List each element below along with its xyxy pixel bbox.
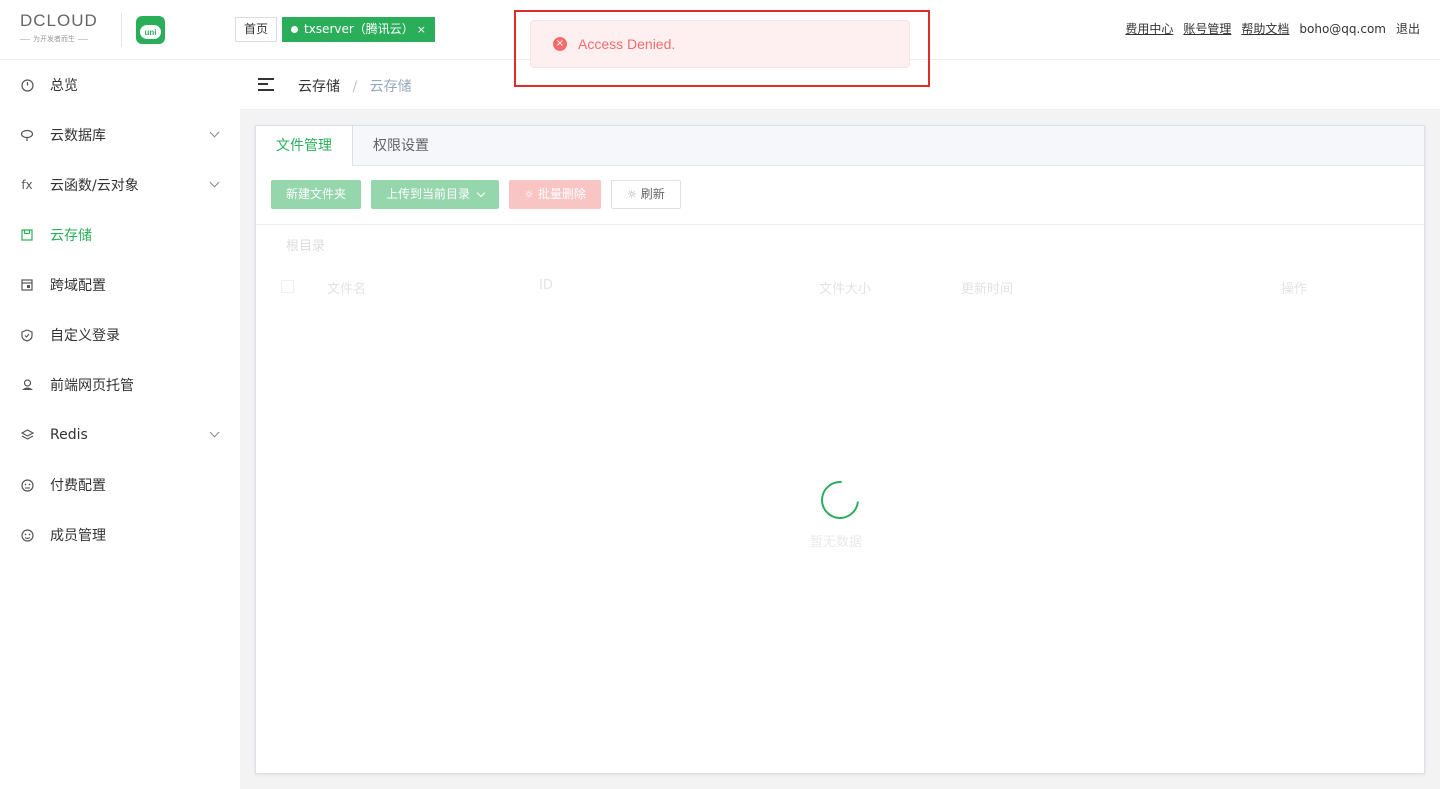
storage-icon [20, 228, 34, 242]
sidebar: 总览 云数据库 fx 云函数/云对象 云存储 跨域配置 自定义登录 前端网页托管 [0, 60, 240, 789]
chevron-down-icon [476, 188, 486, 197]
column-id: ID [539, 278, 553, 293]
column-actions: 操作 [1281, 282, 1308, 297]
help-link[interactable]: 帮助文档 [1241, 20, 1289, 38]
payment-icon [20, 478, 34, 492]
dashboard-icon [20, 78, 34, 92]
panel-tabs: 文件管理 权限设置 [256, 126, 1424, 166]
billing-link[interactable]: 费用中心 [1125, 20, 1173, 38]
loading-spinner-icon [813, 473, 867, 527]
breadcrumb: 云存储 / 云存储 [298, 76, 412, 96]
sidebar-item-cors[interactable]: 跨域配置 [0, 260, 240, 310]
hosting-icon [20, 378, 34, 392]
dcloud-logo[interactable]: DCLOUD 为开发者而生 [20, 12, 110, 48]
account-link[interactable]: 账号管理 [1183, 20, 1231, 38]
function-icon: fx [21, 178, 33, 192]
sidebar-item-database[interactable]: 云数据库 [0, 110, 240, 160]
column-name: 文件名 [327, 282, 367, 297]
tab-home[interactable]: 首页 [235, 17, 277, 42]
table-header: 文件名 ID 文件大小 更新时间 操作 [256, 274, 1424, 298]
database-icon [20, 128, 34, 142]
logo-text: DCLOUD [20, 11, 98, 30]
batch-delete-button[interactable]: ☼ 批量删除 [509, 180, 601, 209]
chevron-down-icon [209, 427, 220, 438]
tab-txserver-label: txserver（腾讯云） [304, 22, 414, 36]
tab-file-management[interactable]: 文件管理 [256, 126, 353, 166]
toast-message: Access Denied. [578, 36, 676, 52]
chevron-down-icon [209, 127, 220, 138]
user-email[interactable]: boho@qq.com [1299, 20, 1386, 38]
column-size: 文件大小 [819, 282, 872, 297]
chevron-down-icon [209, 177, 220, 188]
error-toast: × Access Denied. [530, 20, 910, 68]
cors-icon [20, 278, 34, 292]
toolbar-divider [256, 224, 1424, 225]
upload-button[interactable]: 上传到当前目录 [371, 180, 500, 209]
tab-permissions[interactable]: 权限设置 [353, 126, 449, 166]
sidebar-item-custom-login[interactable]: 自定义登录 [0, 310, 240, 360]
logo-slogan: 为开发者而生 [33, 35, 75, 43]
root-directory-label[interactable]: 根目录 [286, 235, 325, 254]
uni-label: uni [140, 25, 161, 39]
sidebar-item-members[interactable]: 成员管理 [0, 510, 240, 560]
select-all-checkbox[interactable] [281, 280, 294, 293]
tab-txserver[interactable]: txserver（腾讯云） × [282, 17, 435, 42]
refresh-button[interactable]: ☼ 刷新 [610, 180, 681, 209]
sidebar-item-storage[interactable]: 云存储 [0, 210, 240, 260]
sidebar-item-redis[interactable]: Redis [0, 410, 240, 460]
loading-icon: ☼ [524, 188, 534, 201]
sidebar-item-overview[interactable]: 总览 [0, 60, 240, 110]
redis-icon [20, 428, 34, 442]
sidebar-item-hosting[interactable]: 前端网页托管 [0, 360, 240, 410]
storage-panel: 文件管理 权限设置 新建文件夹 上传到当前目录 ☼ 批量删除 ☼ 刷新 根目录 … [255, 125, 1425, 774]
empty-state-text: 暂无数据 [810, 535, 863, 550]
active-dot-icon [291, 26, 298, 33]
loading-icon: ☼ [626, 188, 637, 201]
logo-divider [121, 13, 122, 47]
collapse-menu-icon[interactable] [258, 78, 274, 91]
members-icon [20, 528, 34, 542]
file-toolbar: 新建文件夹 上传到当前目录 ☼ 批量删除 ☼ 刷新 [271, 180, 681, 209]
new-folder-button[interactable]: 新建文件夹 [271, 180, 362, 209]
logout-link[interactable]: 退出 [1396, 20, 1420, 38]
breadcrumb-current: 云存储 [369, 79, 412, 95]
shield-icon [20, 328, 34, 342]
breadcrumb-separator: / [352, 79, 358, 95]
uni-cloud-icon[interactable]: uni [136, 16, 165, 44]
sidebar-item-functions[interactable]: fx 云函数/云对象 [0, 160, 240, 210]
breadcrumb-parent[interactable]: 云存储 [298, 79, 340, 95]
top-links: 费用中心 账号管理 帮助文档 boho@qq.com 退出 [1125, 20, 1420, 38]
column-updated: 更新时间 [961, 282, 1014, 297]
error-icon: × [553, 37, 567, 51]
sidebar-item-payment[interactable]: 付费配置 [0, 460, 240, 510]
close-icon[interactable]: × [417, 18, 426, 41]
